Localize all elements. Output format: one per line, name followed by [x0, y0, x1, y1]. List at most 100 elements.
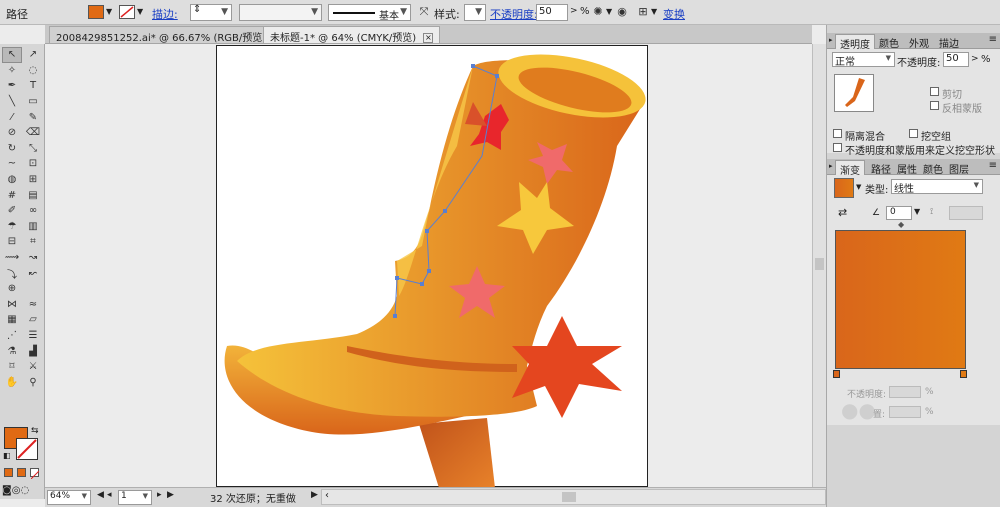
opacity-input[interactable]: 50 — [943, 52, 969, 67]
zoom-icon[interactable]: ⚲ — [23, 374, 43, 390]
stroke-weight-dropdown[interactable]: ⇕ ▼ — [190, 4, 232, 21]
chevron-down-icon[interactable]: ▼ — [856, 183, 861, 191]
crosshair-icon[interactable]: ⊕ — [2, 281, 22, 297]
recolor-artwork-icon[interactable]: ✺ — [590, 4, 606, 20]
live-paint-icon[interactable]: ▱ — [23, 312, 43, 328]
collapse-icon[interactable]: ▸ — [829, 162, 833, 170]
envelope-icon[interactable]: ⋈ — [2, 297, 22, 313]
opacity-arrow-icon[interactable]: > — [971, 54, 979, 64]
column-graph-icon[interactable]: ▥ — [23, 219, 43, 235]
crop-icon[interactable]: ⌑ — [2, 359, 22, 375]
hand-icon[interactable]: ✋ — [2, 374, 22, 390]
panel-menu-icon[interactable]: ≡ — [989, 160, 997, 171]
gradient-type-dropdown[interactable]: 线性 ▼ — [891, 179, 983, 195]
blob-brush-icon[interactable]: ⊘ — [2, 125, 22, 141]
puppet-icon[interactable]: ⋰ — [2, 328, 22, 344]
perspective-icon[interactable]: ⊞ — [23, 172, 43, 188]
tab-color-2[interactable]: 颜色 — [919, 160, 947, 176]
stroke-color-box[interactable] — [16, 438, 38, 460]
symbol-sprayer-icon[interactable]: ☂ — [2, 219, 22, 235]
eyedropper-icon[interactable]: ✐ — [2, 203, 22, 219]
stop-position-input[interactable] — [889, 406, 921, 418]
free-transform-icon[interactable]: ⊡ — [23, 156, 43, 172]
collapse-icon[interactable]: ▸ — [829, 36, 833, 44]
stroke-swatch[interactable] — [119, 5, 135, 19]
knockout-checkbox[interactable] — [909, 129, 918, 138]
mesh-icon[interactable]: # — [2, 187, 22, 203]
rectangle-icon[interactable]: ▭ — [23, 94, 43, 110]
angle-input[interactable]: 0 — [886, 206, 912, 220]
chevron-down-icon[interactable]: ▼ — [914, 207, 920, 216]
gradient-mode-icon[interactable] — [17, 468, 26, 477]
close-icon[interactable]: × — [423, 33, 434, 43]
artboard[interactable] — [216, 45, 649, 488]
rotate-icon[interactable]: ↻ — [2, 141, 22, 157]
status-menu-icon[interactable]: ▶ — [311, 490, 318, 500]
direct-selection-icon[interactable]: ↗ — [23, 47, 43, 63]
next-page-icon[interactable]: ▸ — [157, 490, 162, 500]
none-mode-icon[interactable] — [30, 468, 40, 480]
page-dropdown[interactable]: 1 ▼ — [118, 490, 152, 505]
opacity-input[interactable]: 50 — [536, 4, 568, 21]
bar-chart-icon[interactable]: ▟ — [23, 343, 43, 359]
globe-icon[interactable]: ◉ — [614, 4, 630, 20]
tab-appearance[interactable]: 外观 — [905, 34, 933, 50]
tab-transparency[interactable]: 透明度 — [835, 34, 875, 51]
color-mode-icon[interactable] — [4, 468, 13, 477]
last-page-icon[interactable]: ▶ — [167, 490, 174, 500]
selection-icon[interactable]: ↖ — [2, 47, 22, 63]
pencil-icon[interactable]: ✎ — [23, 109, 43, 125]
tab-stroke[interactable]: 描边 — [935, 34, 963, 50]
scrollbar-thumb[interactable] — [815, 258, 824, 270]
warp-icon[interactable]: ~ — [2, 156, 22, 172]
scroll-left-icon[interactable]: ‹ — [325, 490, 329, 501]
tab-gradient[interactable]: 渐变 — [835, 160, 865, 177]
eraser-icon[interactable]: ⌫ — [23, 125, 43, 141]
prev-page-icon[interactable]: ◂ — [107, 490, 112, 500]
clip-checkbox[interactable] — [930, 87, 939, 96]
scrollbar-thumb[interactable] — [562, 492, 576, 502]
boot-illustration[interactable] — [217, 46, 649, 488]
horizontal-scrollbar[interactable]: ‹ — [321, 489, 826, 505]
define-knockout-checkbox[interactable] — [833, 143, 842, 152]
tab-attributes[interactable]: 属性 — [893, 160, 921, 176]
anchor-convert-icon[interactable]: ↜ — [23, 265, 43, 281]
slice-icon[interactable]: ⌗ — [23, 234, 43, 250]
chevron-down-icon[interactable]: ▼ — [651, 7, 657, 16]
paintbrush-icon[interactable]: ⁄ — [2, 109, 22, 125]
swap-icon[interactable]: ⇆ — [31, 426, 39, 436]
warp-wave-icon[interactable]: ≈ — [23, 297, 43, 313]
reverse-gradient-icon[interactable]: ⇄ — [838, 206, 847, 219]
transform-link[interactable]: 变换 — [663, 6, 685, 22]
mask-thumbnail[interactable] — [834, 74, 874, 112]
brush-options-icon[interactable]: ⤧ — [416, 4, 432, 20]
line-segment-icon[interactable]: ╲ — [2, 94, 22, 110]
gradient-stop-end[interactable] — [960, 370, 967, 378]
artboard-icon[interactable]: ⊟ — [2, 234, 22, 250]
style-dropdown[interactable]: ▼ — [464, 4, 486, 21]
opacity-arrow-icon[interactable]: > — [570, 6, 578, 16]
brush-dropdown[interactable]: 基本 ▼ — [328, 4, 411, 22]
shape-builder-icon[interactable]: ◍ — [2, 172, 22, 188]
opacity-link[interactable]: 不透明度: — [490, 6, 538, 22]
align-list-icon[interactable]: ☰ — [23, 328, 43, 344]
default-colors-icon[interactable]: ◧ — [3, 451, 11, 460]
tab-color[interactable]: 颜色 — [875, 34, 903, 50]
stroke-link[interactable]: 描边: — [152, 6, 178, 22]
variable-width-dropdown[interactable]: ▼ — [239, 4, 322, 21]
document-tab-1[interactable]: 2008429851252.ai* @ 66.67% (RGB/预览) × — [49, 26, 291, 44]
blend-mode-dropdown[interactable]: 正常 ▼ — [832, 52, 895, 68]
gradient-icon[interactable]: ▤ — [23, 187, 43, 203]
scale-icon[interactable]: ⤡ — [23, 141, 43, 157]
width-icon[interactable]: ⟿ — [2, 250, 22, 266]
fill-dropdown-arrow-icon[interactable]: ▼ — [106, 7, 112, 16]
draw-mode-icons[interactable]: ◙◎◌ — [2, 483, 42, 496]
first-page-icon[interactable]: ◀ — [97, 490, 104, 500]
aspect-ratio-input[interactable] — [949, 206, 983, 220]
draw-inside-icon[interactable]: ◌ — [20, 485, 29, 496]
draw-normal-icon[interactable]: ◙ — [2, 485, 12, 496]
stroke-dropdown-arrow-icon[interactable]: ▼ — [137, 7, 143, 16]
boot-heel[interactable] — [419, 418, 495, 488]
knife-icon[interactable]: ⚔ — [23, 359, 43, 375]
fill-swatch[interactable] — [88, 5, 104, 19]
